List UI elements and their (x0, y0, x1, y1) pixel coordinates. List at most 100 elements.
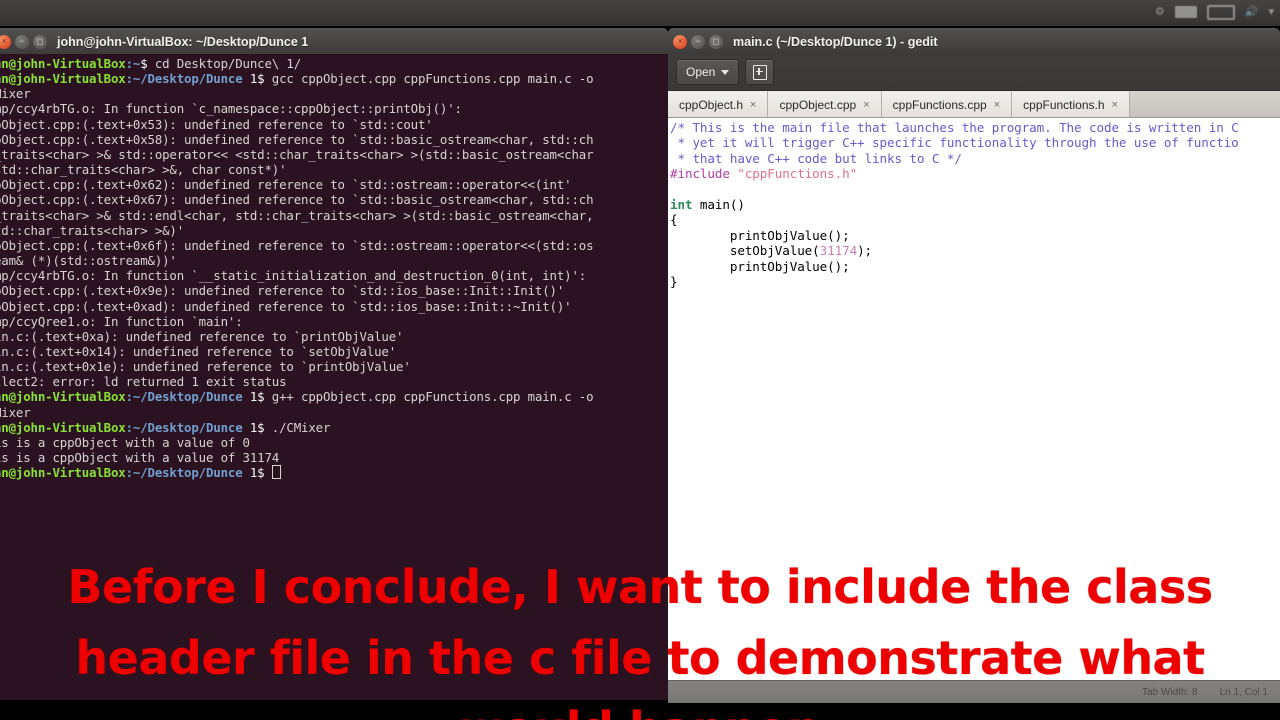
code-token-comment: /* This is the main file that launches t… (670, 120, 1239, 135)
code-token-comment: * that have C++ code but links to C */ (670, 150, 962, 166)
gedit-window[interactable]: × − ◻ main.c (~/Desktop/Dunce 1) - gedit… (668, 28, 1280, 704)
terminal-line-text: ./CMixer (271, 419, 331, 435)
terminal-line: is is a cppObject with a value of 31174 (0, 450, 668, 465)
terminal-output-area[interactable]: hn@john-VirtualBox:~$ cd Desktop/Dunce\ … (0, 54, 668, 700)
terminal-line-text: pObject.cpp:(.text+0xad): undefined refe… (0, 298, 572, 314)
terminal-prompt-symbol: 1$ (242, 465, 272, 481)
terminal-line: mp/ccy4rbTG.o: In function `c_namespace:… (0, 101, 668, 116)
terminal-line: in.c:(.text+0x14): undefined reference t… (0, 344, 668, 359)
minimize-icon[interactable]: − (691, 34, 705, 49)
terminal-line-text: is is a cppObject with a value of 31174 (0, 450, 280, 466)
gedit-code-editor[interactable]: /* This is the main file that launches t… (668, 118, 1280, 680)
terminal-prompt-user: hn@john-VirtualBox (0, 56, 126, 71)
close-icon[interactable]: × (0, 34, 11, 49)
code-token-pre: #include (670, 166, 738, 182)
keyboard-icon[interactable] (1174, 6, 1197, 18)
code-line: setObjValue(31174); (670, 243, 1280, 258)
panel-indicator-group: ⚙ 🔊 ▾ (1155, 3, 1274, 21)
terminal-line-text: mp/ccy4rbTG.o: In function `c_namespace:… (0, 101, 462, 117)
terminal-prompt-user: hn@john-VirtualBox (0, 465, 126, 481)
code-line: printObjValue(); (670, 228, 1280, 243)
close-icon[interactable]: × (750, 99, 756, 111)
gedit-toolbar: Open (668, 54, 1280, 91)
terminal-line: hn@john-VirtualBox:~/Desktop/Dunce 1$ g+… (0, 389, 668, 404)
terminal-prompt-symbol: $ (140, 56, 155, 71)
terminal-prompt-path: :~/Desktop/Dunce (125, 71, 243, 87)
terminal-prompt-path: :~/Desktop/Dunce (125, 389, 243, 405)
terminal-line: in.c:(.text+0xa): undefined reference to… (0, 329, 668, 344)
code-token-string: "cppFunctions.h" (737, 166, 858, 182)
terminal-line-text: mp/ccy4rbTG.o: In function `__static_ini… (0, 268, 587, 284)
terminal-window[interactable]: × − ◻ john@john-VirtualBox: ~/Desktop/Du… (0, 28, 668, 700)
close-icon[interactable]: × (994, 99, 1000, 111)
terminal-line: td::char_traits<char> >&)' (0, 223, 668, 238)
terminal-line: _traits<char> >& std::endl<char, std::ch… (0, 208, 668, 223)
statusbar-cursor-position: Ln 1, Col 1 (1219, 686, 1268, 698)
volume-icon[interactable]: 🔊 (1245, 3, 1259, 21)
close-icon[interactable]: × (863, 99, 869, 111)
close-icon[interactable]: × (1112, 99, 1118, 111)
desktop-screen: ⚙ 🔊 ▾ × − ◻ john@john-VirtualBox: ~/Desk… (0, 0, 1280, 720)
open-button-label: Open (686, 65, 716, 79)
statusbar-tab-width[interactable]: Tab Width: 8 (1142, 687, 1198, 698)
code-token-plain: ); (857, 243, 873, 259)
terminal-line: hn@john-VirtualBox:~/Desktop/Dunce 1$ (0, 465, 668, 480)
terminal-prompt-user: hn@john-VirtualBox (0, 389, 126, 405)
code-token-plain: setObjValue( (670, 243, 820, 259)
terminal-line-text: std::char_traits<char> >&, char const*)' (0, 162, 287, 178)
terminal-line: pObject.cpp:(.text+0xad): undefined refe… (0, 299, 668, 314)
bluetooth-icon[interactable]: ⚙ (1155, 3, 1165, 21)
terminal-line-text: td::char_traits<char> >&)' (0, 222, 185, 238)
code-token-type: int (670, 197, 693, 213)
close-icon[interactable]: × (673, 34, 687, 49)
terminal-line-text: pObject.cpp:(.text+0x58): undefined refe… (0, 131, 594, 147)
code-token-plain: main() (692, 197, 745, 213)
maximize-icon[interactable]: ◻ (709, 34, 723, 49)
terminal-line: mp/ccyQree1.o: In function `main': (0, 314, 668, 329)
gedit-titlebar[interactable]: × − ◻ main.c (~/Desktop/Dunce 1) - gedit (668, 28, 1280, 54)
code-line: int main() (670, 197, 1280, 212)
terminal-line: _traits<char> >& std::operator<< <std::c… (0, 147, 668, 162)
terminal-line-text: _traits<char> >& std::operator<< <std::c… (0, 146, 594, 162)
terminal-line-text: Mixer (0, 86, 31, 102)
terminal-line: mp/ccy4rbTG.o: In function `__static_ini… (0, 268, 668, 283)
terminal-line: Mixer (0, 405, 668, 420)
terminal-line-text: pObject.cpp:(.text+0x53): undefined refe… (0, 116, 433, 132)
gedit-tab-cppobject-h[interactable]: cppObject.h × (668, 91, 769, 117)
gedit-tab-cppfunctions-h[interactable]: cppFunctions.h × (1012, 91, 1130, 117)
terminal-line: pObject.cpp:(.text+0x6f): undefined refe… (0, 238, 668, 253)
code-token-plain: } (670, 274, 678, 290)
maximize-icon[interactable]: ◻ (33, 34, 47, 49)
gedit-tab-cppfunctions-cpp[interactable]: cppFunctions.cpp × (881, 91, 1013, 117)
terminal-line-text: is is a cppObject with a value of 0 (0, 434, 250, 450)
minimize-icon[interactable]: − (15, 34, 29, 49)
open-file-button[interactable]: Open (676, 59, 740, 85)
terminal-line: Mixer (0, 86, 668, 101)
terminal-line-text: pObject.cpp:(.text+0x67): undefined refe… (0, 192, 594, 208)
gedit-tab-bar[interactable]: cppObject.h × cppObject.cpp × cppFunctions.c… (668, 91, 1280, 118)
terminal-line: is is a cppObject with a value of 0 (0, 435, 668, 450)
terminal-line: in.c:(.text+0x1e): undefined reference t… (0, 359, 668, 374)
terminal-window-buttons: × − ◻ (0, 34, 47, 49)
terminal-line-text: eam& (*)(std::ostream&))' (0, 253, 177, 269)
terminal-line: eam& (*)(std::ostream&))' (0, 253, 668, 268)
code-line: printObjValue(); (670, 259, 1280, 274)
terminal-line-text: pObject.cpp:(.text+0x6f): undefined refe… (0, 237, 594, 253)
terminal-line: hn@john-VirtualBox:~$ cd Desktop/Dunce\ … (0, 56, 668, 71)
terminal-line-text: _traits<char> >& std::endl<char, std::ch… (0, 207, 594, 223)
terminal-titlebar[interactable]: × − ◻ john@john-VirtualBox: ~/Desktop/Du… (0, 28, 668, 54)
terminal-line: std::char_traits<char> >&, char const*)' (0, 162, 668, 177)
power-icon[interactable]: ▾ (1268, 3, 1274, 21)
battery-icon[interactable] (1206, 4, 1235, 20)
terminal-line-text: pObject.cpp:(.text+0x9e): undefined refe… (0, 283, 565, 299)
terminal-prompt-path: :~/Desktop/Dunce (125, 419, 243, 435)
new-document-button[interactable] (745, 59, 775, 85)
gedit-tab-cppobject-cpp[interactable]: cppObject.cpp × (768, 91, 882, 117)
terminal-line: pObject.cpp:(.text+0x62): undefined refe… (0, 177, 668, 192)
terminal-line: pObject.cpp:(.text+0x9e): undefined refe… (0, 283, 668, 298)
code-line: } (670, 274, 1280, 289)
gedit-tab-label: cppObject.cpp (779, 97, 857, 112)
terminal-line-text: in.c:(.text+0x14): undefined reference t… (0, 343, 397, 359)
code-token-num: 31174 (819, 243, 858, 259)
